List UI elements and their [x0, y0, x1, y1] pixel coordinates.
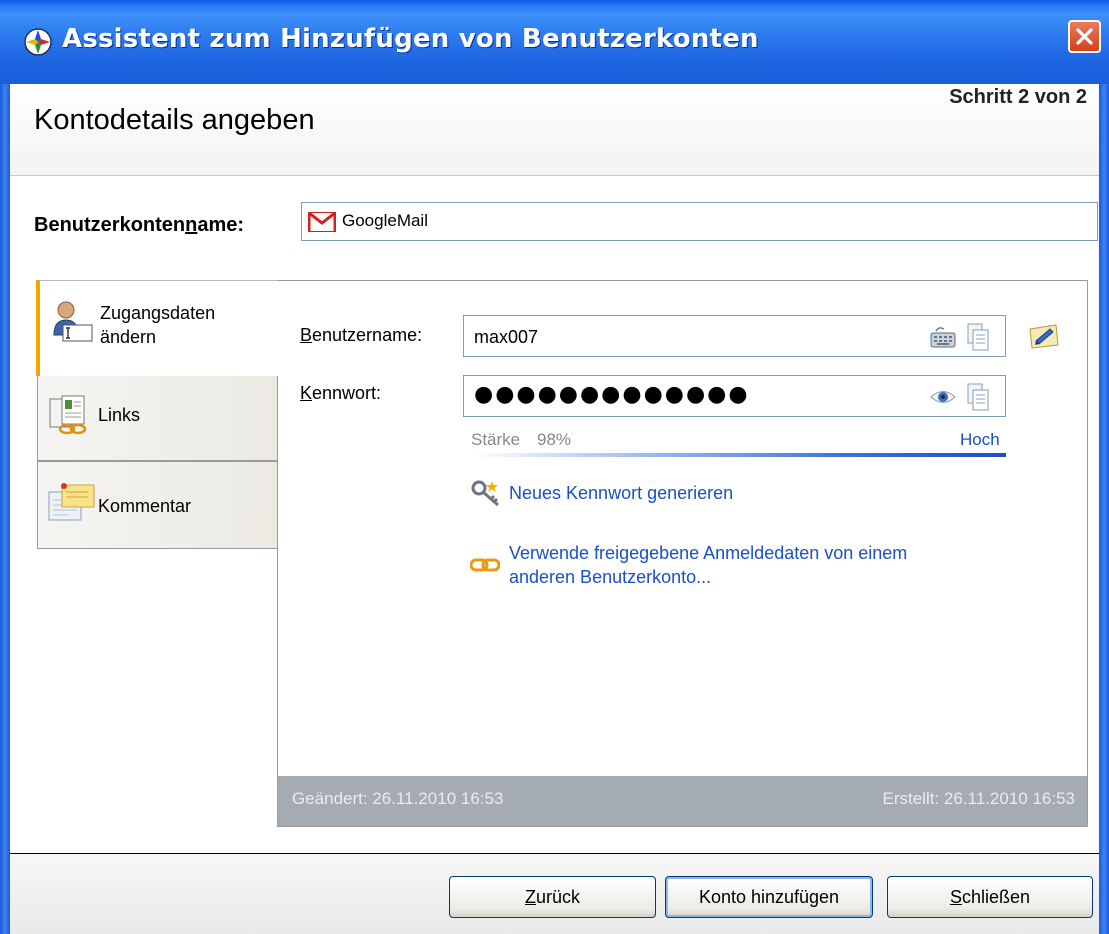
password-strength-bar: [474, 453, 1006, 457]
generate-password-link-part2: enerieren: [657, 483, 734, 503]
username-input[interactable]: [474, 325, 914, 349]
links-icon: [48, 395, 90, 441]
page-title: Kontodetails angeben: [34, 104, 315, 136]
window-frame-right: [1099, 84, 1109, 934]
password-input[interactable]: ●●●●●●●●●●●●●: [474, 382, 750, 407]
account-name-label: Benutzerkontenname:: [34, 214, 244, 237]
back-button-rest: urück: [535, 886, 580, 907]
generate-key-icon: [470, 479, 504, 511]
password-strength-value: 98%: [537, 430, 572, 449]
generate-password-link-part1: Neues Kennwort: [509, 483, 648, 503]
close-button[interactable]: Schließen: [887, 876, 1093, 918]
shared-credentials-link[interactable]: Verwende freigegebene Anmeldedaten von e…: [509, 541, 1069, 589]
close-button-mnemonic: S: [949, 886, 962, 907]
generate-password-link-mnemonic: g: [647, 483, 658, 503]
password-strength-label: Stärke: [471, 430, 521, 449]
tab-kommentar[interactable]: Kommentar: [37, 461, 278, 549]
chain-link-icon: [469, 557, 501, 577]
step-indicator: Schritt 2 von 2: [949, 86, 1087, 108]
password-strength-level: Hoch: [960, 430, 1000, 449]
panel-footer: Geändert: 26.11.2010 16:53 Erstellt: 26.…: [278, 776, 1087, 826]
back-button[interactable]: Zurück: [449, 876, 656, 918]
modified-date: Geändert: 26.11.2010 16:53: [292, 789, 504, 808]
copy-username-icon[interactable]: [967, 323, 989, 355]
credentials-panel: Benutzername: max007 Kennwort: ●●●●●●●●●…: [277, 280, 1088, 827]
username-label-mnemonic: B: [300, 325, 313, 345]
back-button-mnemonic: Z: [524, 886, 536, 907]
close-button-rest: chließen: [961, 886, 1031, 907]
tab-zugangsdaten-label-line1: Zugangsdaten: [100, 303, 216, 323]
created-date: Erstellt: 26.11.2010 16:53: [882, 789, 1076, 808]
close-window-button[interactable]: [1068, 20, 1101, 53]
window-frame-left: [0, 84, 10, 934]
user-credentials-icon: [52, 299, 94, 347]
keyboard-icon[interactable]: [930, 325, 956, 353]
wizard-content: Benutzerkontenname: Zugan: [10, 176, 1099, 854]
account-name-label-part2: ame:: [197, 214, 245, 236]
shared-credentials-link-line2: anderen Benutzerkonto...: [509, 567, 712, 587]
edit-credentials-icon[interactable]: [1028, 321, 1060, 355]
password-label-mnemonic: K: [300, 383, 313, 403]
tab-zugangsdaten-label-line2: ändern: [100, 327, 157, 347]
tab-zugangsdaten[interactable]: Zugangsdaten ändern: [36, 280, 278, 376]
title-bar[interactable]: Assistent zum Hinzufügen von Benutzerkon…: [0, 0, 1109, 84]
generate-password-link[interactable]: Neues Kennwort generieren: [509, 481, 733, 505]
show-password-icon[interactable]: [930, 388, 956, 410]
tab-links-label: Links: [98, 405, 141, 425]
app-icon: [24, 28, 52, 56]
tab-links[interactable]: Links: [37, 374, 278, 461]
shared-credentials-link-line1: Verwende freigegebene Anmeldedaten von e…: [509, 543, 908, 563]
username-label: Benutzername:: [300, 325, 422, 346]
account-name-field[interactable]: [301, 202, 1098, 241]
tab-kommentar-label: Kommentar: [98, 496, 192, 516]
account-name-input[interactable]: [342, 208, 1082, 234]
copy-password-icon[interactable]: [967, 383, 989, 415]
password-field[interactable]: ●●●●●●●●●●●●●: [463, 375, 1006, 417]
window-title: Assistent zum Hinzufügen von Benutzerkon…: [62, 24, 759, 54]
gmail-icon: [307, 211, 337, 236]
wizard-button-bar: Zurück Konto hinzufügen Schließen: [10, 853, 1099, 934]
username-field[interactable]: [463, 315, 1006, 357]
wizard-header: Kontodetails angeben Schritt 2 von 2: [10, 84, 1099, 176]
account-name-label-part1: Benutzerkonten: [34, 214, 186, 236]
close-icon: [1076, 28, 1093, 45]
password-label: Kennwort:: [300, 383, 381, 404]
password-label-rest: ennwort:: [312, 383, 382, 403]
wizard-window: Assistent zum Hinzufügen von Benutzerkon…: [0, 0, 1109, 934]
add-account-button[interactable]: Konto hinzufügen: [665, 876, 873, 918]
username-label-rest: enutzername:: [312, 325, 423, 345]
comment-icon: [48, 482, 96, 528]
account-name-label-mnemonic: n: [185, 214, 198, 236]
